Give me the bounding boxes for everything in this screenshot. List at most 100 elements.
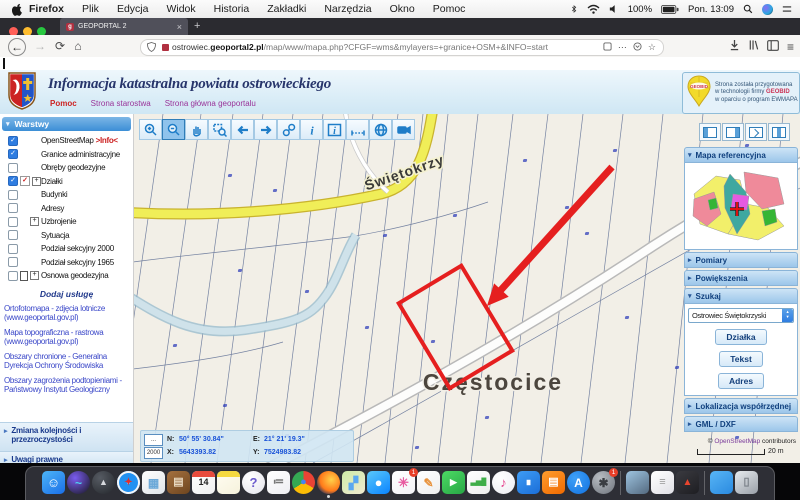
url-bar[interactable]: ostrowiec.geoportal2.pl/map/www/mapa.php… [140,39,664,56]
credit-brand-link[interactable]: GEOBID [766,89,790,95]
layout-expand-button[interactable] [745,123,767,141]
volume-icon[interactable] [609,4,619,14]
forward-button[interactable]: → [32,38,48,54]
panel-zmiana-kolejnosci[interactable]: Zmiana kolejności i przezroczystości [0,422,133,451]
panel-pomiary[interactable]: Pomiary [684,252,798,268]
tool-pan-hand-button[interactable] [185,119,208,140]
dock-launchpad[interactable]: ▲ [92,471,115,494]
hamburger-menu-icon[interactable]: ≡ [787,40,794,54]
dock-safari[interactable]: ✦ [117,471,140,494]
tool-info-select-button[interactable]: i [323,119,346,140]
layer-expand-icon[interactable]: + [30,217,39,226]
link-strona-glowna[interactable]: Strona główna geoportalu [165,99,256,108]
menu-zakladki[interactable]: Zakładki [267,3,306,15]
home-button[interactable]: ⌂ [70,38,86,54]
layer-checkbox-podzia-sekcyjny-2000[interactable] [8,244,18,254]
layer-checkbox-granice-administracyjne[interactable]: ✓ [8,149,18,159]
sidebar-toggle-icon[interactable] [767,38,779,56]
dock-screenshot-file[interactable] [626,471,649,494]
dock-books[interactable]: ▤ [542,471,565,494]
page-actions-dots-icon[interactable]: ⋯ [618,42,627,53]
panel-uwagi-prawne[interactable]: Uwagi prawne [0,451,133,463]
openstreetmap-link[interactable]: OpenStreetMap [714,438,760,445]
menu-pomoc[interactable]: Pomoc [433,3,466,15]
panel-gml-dxf[interactable]: GML / DXF [684,416,798,432]
dock-downloads-folder[interactable] [710,471,733,494]
page-action-icon[interactable] [603,42,612,53]
apple-menu-icon[interactable] [12,3,23,16]
menu-edycja[interactable]: Edycja [117,3,149,15]
service-link-obszary-chronione-ge[interactable]: Obszary chronione - GeneralnaDyrekcja Oc… [4,352,129,371]
layer-expand-icon[interactable]: + [32,177,41,186]
menu-historia[interactable]: Historia [214,3,250,15]
tool-zoom-in-button[interactable] [139,119,162,140]
browser-tab[interactable]: g GEOPORTAL 2 × [60,18,188,35]
tool-measure-button[interactable] [346,119,369,140]
layer-expand-icon[interactable]: + [30,271,39,280]
dock-system-preferences[interactable]: ✱1 [592,471,615,494]
dock-maps[interactable]: ▞ [342,471,365,494]
menu-app-name[interactable]: Firefox [29,3,64,15]
dock-itunes[interactable]: ♪ [492,471,515,494]
panel-mapa-referencyjna[interactable]: Mapa referencyjna [684,147,798,163]
menu-widok[interactable]: Widok [166,3,195,15]
service-link-mapa-topograficzna-r[interactable]: Mapa topograficzna - rastrowa(www.geopor… [4,328,129,347]
dock-calendar[interactable]: 14 [192,471,215,494]
layout-split-button[interactable] [768,123,790,141]
tool-info-button[interactable]: i [300,119,323,140]
dock-siri[interactable]: ~ [67,471,90,494]
panel-szukaj[interactable]: Szukaj [684,288,798,304]
tab-close-icon[interactable]: × [177,22,182,32]
library-icon[interactable] [748,38,759,56]
dock-contacts[interactable]: ▤ [167,471,190,494]
link-pomoc[interactable]: Pomoc [50,99,77,108]
layer-checkbox-dzia-ki[interactable]: ✓ [8,176,18,186]
layer-checkbox-adresy[interactable] [8,203,18,213]
add-service-link[interactable]: Dodaj usługę [0,289,133,299]
coord-format-button[interactable]: ... [144,434,163,446]
dock-preview[interactable]: ▦ [142,471,165,494]
menu-clock[interactable]: Pon. 13:09 [688,4,734,15]
panel-warstwy-header[interactable]: Warstwy [2,117,131,131]
layer-checkbox-podzia-sekcyjny-1965[interactable] [8,257,18,267]
link-strona-starostwa[interactable]: Strona starostwa [91,99,151,108]
tool-forward-view-button[interactable] [254,119,277,140]
pocket-icon[interactable] [633,42,642,53]
search-adres-button[interactable]: Adres [718,373,764,389]
bookmark-star-icon[interactable]: ☆ [648,42,656,53]
layer-style-checkbox[interactable]: ✓ [20,176,30,186]
back-button[interactable]: ← [8,38,26,56]
search-tekst-button[interactable]: Tekst [719,351,763,367]
dock-acrobat[interactable]: ▲ [676,471,699,494]
tool-zoom-window-button[interactable] [208,119,231,140]
layer-info-link[interactable]: >Info< [96,136,118,145]
bluetooth-icon[interactable] [570,3,578,15]
tool-globe-button[interactable] [369,119,392,140]
tool-back-view-button[interactable] [231,119,254,140]
dock-firefox[interactable] [317,471,340,494]
tool-zoom-out-button[interactable] [162,119,185,140]
dock-app-store[interactable]: A [567,471,590,494]
downloads-icon[interactable] [729,38,740,56]
layer-checkbox-budynki[interactable] [8,190,18,200]
dock-reminders[interactable]: ≔ [267,471,290,494]
reload-button[interactable]: ⟳ [52,38,68,54]
dock-trash[interactable]: ▯ [735,471,758,494]
reference-map[interactable] [684,163,798,250]
new-tab-button[interactable]: + [194,20,200,32]
spotlight-icon[interactable] [743,4,753,14]
panel-powiekszenia[interactable]: Powiększenia [684,270,798,286]
service-link-obszary-zagro-enia-p[interactable]: Obszary zagrożenia podtopieniami -Państw… [4,376,129,395]
municipality-select[interactable]: Ostrowiec Świętokrzyski ▲▼ [688,308,794,323]
search-dzialka-button[interactable]: Działka [715,329,766,345]
dock-chrome[interactable]: ● [292,471,315,494]
layout-right-panel-button[interactable] [722,123,744,141]
dock-numbers[interactable]: ▃▅█ [467,471,490,494]
dock-messages[interactable]: ● [367,471,390,494]
menu-okno[interactable]: Okno [390,3,415,15]
layer-checkbox-sytuacja[interactable] [8,230,18,240]
tool-link-button[interactable] [277,119,300,140]
dock-pages[interactable]: ✎ [417,471,440,494]
dock-finder[interactable]: ☺ [42,471,65,494]
menu-narzedzia[interactable]: Narzędzia [324,3,371,15]
